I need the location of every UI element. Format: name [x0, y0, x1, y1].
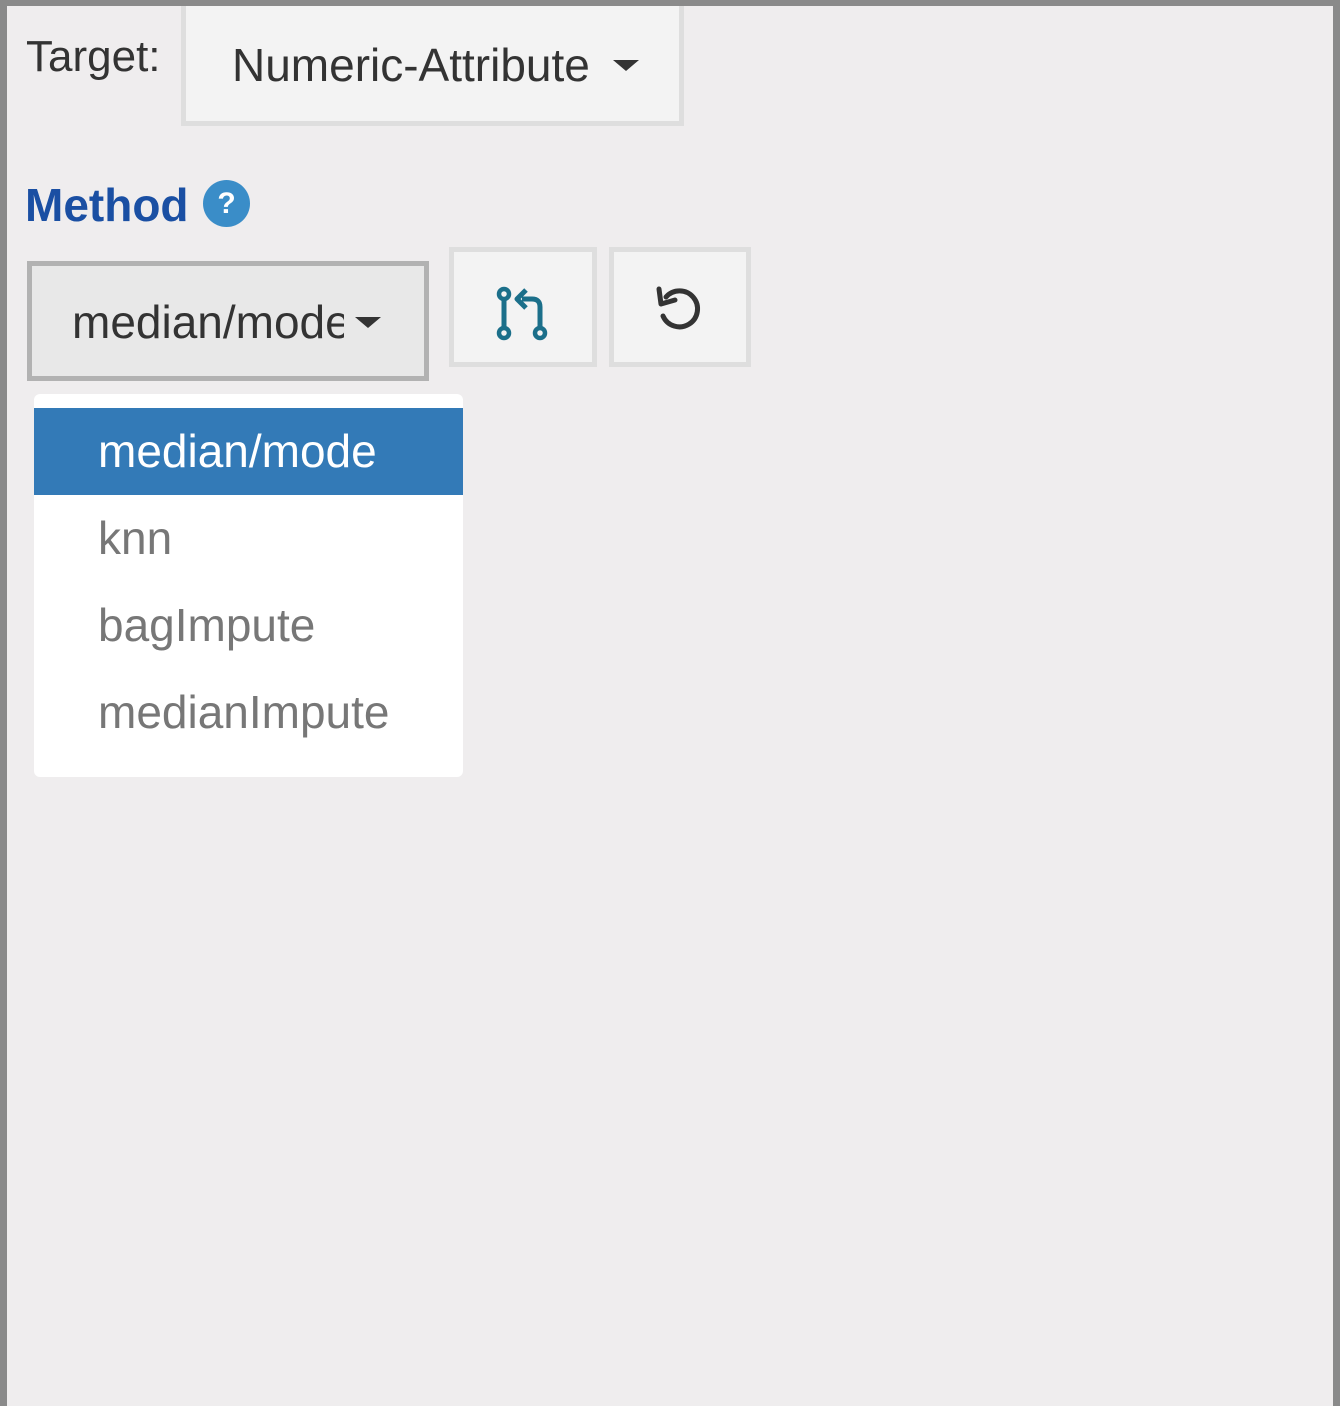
- method-selected-value: median/mode: [72, 296, 344, 348]
- method-option-medianimpute[interactable]: medianImpute: [34, 669, 463, 756]
- help-icon[interactable]: ?: [203, 180, 250, 227]
- target-selected-value: Numeric-Attribute: [232, 39, 590, 91]
- target-label: Target:: [26, 32, 161, 81]
- method-dropdown-menu: median/mode knn bagImpute medianImpute: [34, 394, 463, 777]
- chevron-down-icon: [355, 317, 381, 328]
- reset-button[interactable]: [609, 247, 751, 367]
- method-option-median-mode[interactable]: median/mode: [34, 408, 463, 495]
- method-heading: Method: [25, 179, 189, 231]
- target-select[interactable]: Numeric-Attribute: [181, 6, 684, 126]
- git-pull-request-icon: [496, 286, 548, 341]
- method-option-bagimpute[interactable]: bagImpute: [34, 582, 463, 669]
- chevron-down-icon: [613, 60, 639, 71]
- method-option-knn[interactable]: knn: [34, 495, 463, 582]
- undo-icon: [656, 286, 700, 330]
- compare-button[interactable]: [449, 247, 597, 367]
- method-select[interactable]: median/mode: [27, 261, 429, 381]
- imputation-panel: Target: Numeric-Attribute Method ? media…: [0, 0, 1340, 1406]
